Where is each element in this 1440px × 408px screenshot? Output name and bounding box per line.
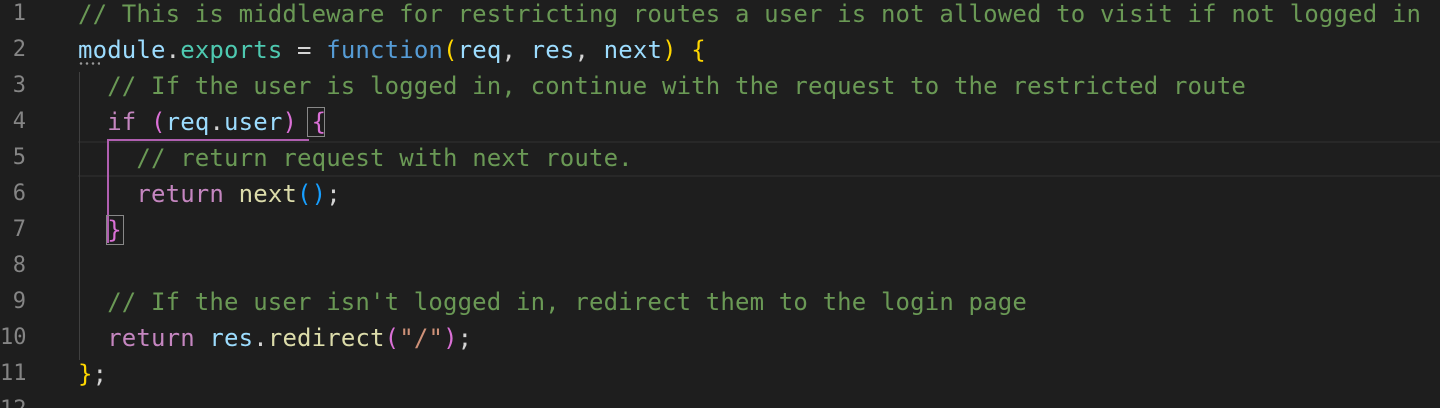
code-line[interactable]: return next(); [78, 176, 341, 212]
code-token-variable: req [457, 36, 502, 64]
code-token-bracket1: } [78, 360, 93, 388]
code-token-keyword: return [136, 180, 225, 208]
code-token-variable: res [530, 36, 575, 64]
line-number[interactable]: 7 [0, 212, 26, 248]
code-line[interactable]: // If the user is logged in, continue wi… [78, 68, 1246, 104]
code-token-punctuation: ; [457, 324, 473, 352]
code-token-comment: // If the user isn't logged in, redirect… [107, 288, 1027, 316]
code-token-punctuation [195, 324, 210, 352]
code-token-string: "/" [399, 324, 444, 352]
code-token-bracket1: { [691, 36, 706, 64]
code-token-storage: function [326, 36, 444, 64]
code-token-punctuation: . [253, 324, 268, 352]
code-token-property: exports [180, 36, 283, 64]
code-token-punctuation [78, 72, 107, 100]
code-token-bracket1: ( [443, 36, 458, 64]
code-line[interactable]: // return request with next route. [78, 140, 633, 176]
code-token-function: redirect [267, 324, 385, 352]
code-token-punctuation [224, 180, 239, 208]
line-number[interactable]: 6 [0, 176, 26, 212]
code-token-punctuation: . [165, 36, 181, 64]
code-token-variable: module [78, 36, 166, 64]
code-token-bracket2: ( [151, 108, 166, 136]
line-number[interactable]: 1 [0, 0, 26, 32]
code-line[interactable]: module.exports = function(req, res, next… [78, 32, 706, 68]
code-token-variable: next [603, 36, 663, 64]
code-token-comment: // return request with next route. [136, 144, 633, 172]
line-number[interactable]: 5 [0, 140, 26, 176]
code-token-punctuation [136, 108, 151, 136]
code-token-keyword: return [107, 324, 195, 352]
code-token-comment: // This is middleware for restricting ro… [78, 0, 1422, 28]
line-number[interactable]: 8 [0, 248, 26, 284]
code-token-punctuation: , [574, 36, 604, 64]
code-token-punctuation: ; [92, 360, 108, 388]
code-token-punctuation [78, 216, 107, 244]
code-token-variable: user [224, 108, 283, 136]
code-token-punctuation: . [209, 108, 225, 136]
code-token-bracket2: ) [443, 324, 458, 352]
code-line[interactable]: // If the user isn't logged in, redirect… [78, 284, 1027, 320]
code-token-bracket2: ) [282, 108, 298, 136]
code-editor[interactable]: 123456789101112 // This is middleware fo… [0, 0, 1440, 408]
code-line[interactable]: }; [78, 356, 107, 392]
code-text-area[interactable]: // This is middleware for restricting ro… [78, 0, 1440, 408]
code-line[interactable]: // This is middleware for restricting ro… [78, 0, 1421, 32]
code-token-punctuation: ; [326, 180, 341, 208]
code-token-function: next [238, 180, 298, 208]
code-line[interactable]: if (req.user) { [78, 104, 326, 140]
code-token-bracket2: ( [384, 324, 400, 352]
code-token-punctuation: , [501, 36, 531, 64]
line-number[interactable]: 10 [0, 320, 27, 356]
code-token-variable: res [209, 324, 254, 352]
code-token-bracket2: { [311, 108, 327, 136]
line-number[interactable]: 12 [0, 392, 27, 408]
code-token-bracket2: } [107, 216, 122, 244]
line-number[interactable]: 2 [0, 32, 26, 68]
code-token-variable: req [165, 108, 210, 136]
code-line[interactable]: } [78, 212, 122, 248]
code-token-punctuation [78, 108, 107, 136]
line-number-gutter[interactable]: 123456789101112 [0, 0, 60, 408]
code-token-bracket3: () [297, 180, 327, 208]
line-number[interactable]: 11 [0, 356, 27, 392]
code-token-comment: // If the user is logged in, continue wi… [107, 72, 1246, 100]
code-token-bracket1: ) [662, 36, 677, 64]
code-token-punctuation [78, 144, 136, 172]
code-token-keyword: if [107, 108, 137, 136]
code-token-punctuation [297, 108, 312, 136]
code-token-punctuation [78, 324, 107, 352]
line-number[interactable]: 9 [0, 284, 26, 320]
line-number[interactable]: 4 [0, 104, 26, 140]
code-line[interactable]: return res.redirect("/"); [78, 320, 472, 356]
code-token-punctuation [78, 180, 136, 208]
line-number[interactable]: 3 [0, 68, 26, 104]
code-token-punctuation [677, 36, 692, 64]
code-token-punctuation [78, 288, 107, 316]
code-token-punctuation: = [282, 36, 327, 64]
